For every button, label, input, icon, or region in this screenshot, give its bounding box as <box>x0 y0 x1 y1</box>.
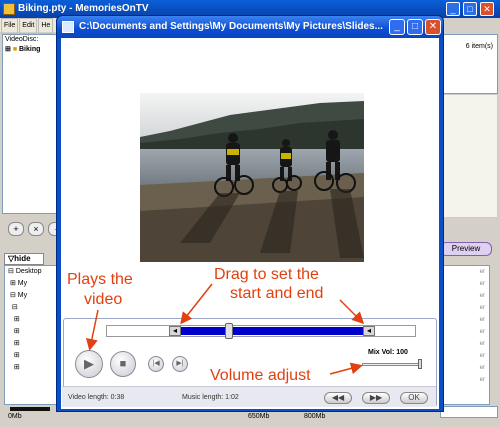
annotation-drag-line1: Drag to set the <box>214 266 319 283</box>
background-title-text: Biking.pty - MemoriesOnTV <box>18 3 149 14</box>
background-menubar: File Edit He <box>0 18 62 34</box>
file-list[interactable]: er er er er er er er er er er <box>440 265 490 405</box>
menu-help[interactable]: He <box>38 18 54 34</box>
dialog-title-bar[interactable]: C:\Documents and Settings\My Documents\M… <box>57 16 443 38</box>
remove-button[interactable]: × <box>28 222 44 236</box>
annotation-plays-line2: video <box>84 291 123 308</box>
close-icon[interactable]: ✕ <box>480 2 494 16</box>
item-count: 6 item(s) <box>465 43 493 50</box>
my2-label: My <box>17 292 28 299</box>
stop-button[interactable]: ■ <box>110 351 136 377</box>
capacity-bar <box>10 407 50 411</box>
annotation-volume: Volume adjust <box>210 367 311 384</box>
desktop-label: Desktop <box>15 268 42 275</box>
previous-button[interactable]: |◀ <box>148 356 164 372</box>
play-button[interactable]: ▶ <box>75 350 103 378</box>
tree-item-videodisc[interactable]: VideoDisc: <box>3 35 59 45</box>
background-panel <box>440 94 498 218</box>
dialog-maximize-icon[interactable]: □ <box>407 19 423 35</box>
tree-item-my2[interactable]: ⊟ My <box>5 290 57 302</box>
item-count-panel: 6 item(s) <box>440 34 498 94</box>
music-length: Music length: 1:02 <box>182 394 239 401</box>
dialog-app-icon <box>62 21 74 33</box>
next-button[interactable]: ▶| <box>172 356 188 372</box>
volume-slider[interactable] <box>362 363 422 366</box>
end-handle[interactable]: ◂ <box>363 326 375 336</box>
add-button[interactable]: + <box>8 222 24 236</box>
timeline-track[interactable]: ◂ ◂ <box>106 323 416 339</box>
tree-item-biking[interactable]: ⊞ ■ Biking <box>3 45 59 55</box>
menu-edit[interactable]: Edit <box>19 18 38 34</box>
forward-button[interactable]: ▶▶ <box>362 392 390 404</box>
stop-icon: ■ <box>119 358 127 370</box>
slide-photo <box>140 93 364 262</box>
dialog-close-icon[interactable]: ✕ <box>425 19 441 35</box>
tree-item-desktop[interactable]: ⊟ Desktop <box>5 266 57 278</box>
start-handle[interactable]: ◂ <box>169 326 181 336</box>
folder-icon: ■ <box>12 46 18 53</box>
folder-tree[interactable]: ⊟ Desktop ⊞ My ⊟ My ⊟ ⊞ ⊞ ⊞ ⊞ ⊞ <box>4 265 58 405</box>
menu-file[interactable]: File <box>1 18 19 34</box>
scale-0: 0Mb <box>8 413 22 420</box>
dialog-minimize-icon[interactable]: _ <box>389 19 405 35</box>
minimize-icon[interactable]: _ <box>446 2 460 16</box>
annotation-plays-line1: Plays the <box>67 271 133 288</box>
my1-label: My <box>17 280 28 287</box>
ok-button[interactable]: OK <box>400 392 428 404</box>
playhead-thumb[interactable] <box>225 323 233 339</box>
maximize-icon[interactable]: □ <box>463 2 477 16</box>
tree-item-my1[interactable]: ⊞ My <box>5 278 57 290</box>
double-right-icon: ▶▶ <box>369 393 383 402</box>
timeline-selection <box>169 327 373 335</box>
hide-tab[interactable]: ▽hide <box>4 253 44 265</box>
app-icon <box>3 3 15 15</box>
back-button[interactable]: ◀◀ <box>324 392 352 404</box>
skip-back-icon: |◀ <box>152 360 160 367</box>
dialog-title: C:\Documents and Settings\My Documents\M… <box>79 21 383 32</box>
double-left-icon: ◀◀ <box>331 393 345 402</box>
volume-thumb[interactable] <box>418 359 422 369</box>
hide-label: hide <box>14 254 31 263</box>
annotation-drag-line2: start and end <box>230 285 324 302</box>
preview-button[interactable]: Preview <box>440 242 492 256</box>
mix-vol-label: Mix Vol: 100 <box>368 349 408 356</box>
video-length: Video length: 0:38 <box>68 394 125 401</box>
scale-800: 800Mb <box>304 413 326 420</box>
disc-tree[interactable]: VideoDisc: ⊞ ■ Biking <box>2 34 60 214</box>
play-icon: ▶ <box>84 356 94 371</box>
status-dropdown[interactable] <box>440 406 498 418</box>
scale-650: 650Mb <box>248 413 270 420</box>
skip-forward-icon: ▶| <box>176 360 184 367</box>
tree-item-biking-label: Biking <box>19 46 41 53</box>
